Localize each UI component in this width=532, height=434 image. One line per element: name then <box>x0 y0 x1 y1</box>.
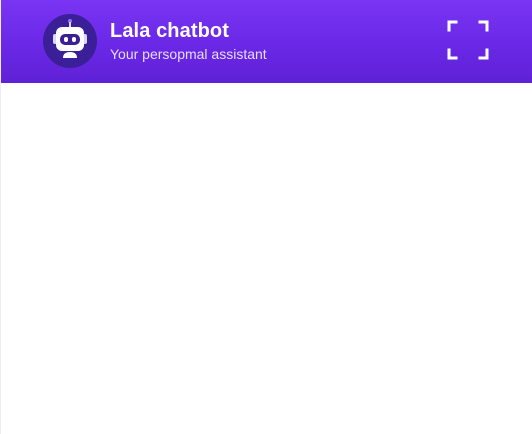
chat-header: Lala chatbot Your persopmal assistant <box>1 0 532 83</box>
robot-icon <box>53 19 87 58</box>
bot-avatar <box>43 14 97 68</box>
fullscreen-button[interactable] <box>445 18 491 62</box>
chat-subtitle: Your persopmal assistant <box>110 46 267 62</box>
fullscreen-icon <box>447 20 489 60</box>
chat-message-area <box>1 83 532 434</box>
chat-title: Lala chatbot <box>110 20 229 42</box>
chatbot-window: Lala chatbot Your persopmal assistant <box>0 0 532 434</box>
